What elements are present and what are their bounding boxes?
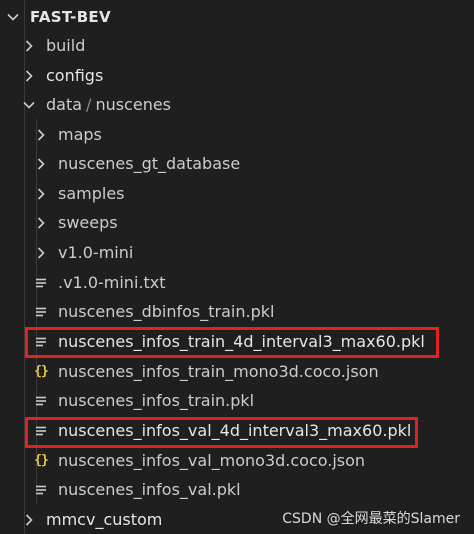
json-file-icon: {}	[34, 453, 49, 469]
tree-folder-maps[interactable]: maps	[0, 120, 474, 150]
chevron-right-icon	[22, 39, 36, 53]
tree-item-label: mmcv_custom	[46, 510, 163, 530]
tree-folder-samples[interactable]: samples	[0, 179, 474, 209]
tree-item-label: samples	[58, 184, 125, 204]
tree-item-label: nuscenes_dbinfos_train.pkl	[58, 302, 275, 322]
tree-folder-configs[interactable]: configs	[0, 61, 474, 91]
tree-folder-sweeps[interactable]: sweeps	[0, 208, 474, 238]
chevron-right-icon	[34, 128, 48, 142]
tree-item-child-label: nuscenes	[95, 95, 172, 115]
text-file-icon	[34, 335, 48, 349]
tree-item-label: nuscenes_gt_database	[58, 154, 241, 174]
text-file-icon	[34, 394, 48, 408]
json-file-icon: {}	[34, 364, 49, 380]
tree-item-label: nuscenes_infos_train_4d_interval3_max60.…	[58, 332, 425, 352]
tree-item-label: nuscenes_infos_train.pkl	[58, 391, 255, 411]
tree-item-label: configs	[46, 66, 104, 86]
tree-item-label: nuscenes_infos_train_mono3d.coco.json	[58, 362, 379, 382]
text-file-icon	[34, 305, 48, 319]
tree-folder-v1-0-mini[interactable]: v1.0-mini	[0, 238, 474, 268]
tree-file-nuscenes-infos-train-mono3d-json[interactable]: {} nuscenes_infos_train_mono3d.coco.json	[0, 357, 474, 387]
text-file-icon	[34, 276, 48, 290]
chevron-right-icon	[22, 513, 36, 527]
chevron-right-icon	[34, 187, 48, 201]
file-explorer: FAST-BEV build configs data / nuscenes m…	[0, 0, 474, 534]
tree-item-label: v1.0-mini	[58, 243, 134, 263]
tree-item-label: nuscenes_infos_val.pkl	[58, 480, 241, 500]
tree-item-label: nuscenes_infos_val_mono3d.coco.json	[58, 451, 366, 471]
tree-root-fast-bev[interactable]: FAST-BEV	[0, 2, 474, 32]
tree-file-nuscenes-dbinfos-train-pkl[interactable]: nuscenes_dbinfos_train.pkl	[0, 297, 474, 327]
chevron-down-icon	[22, 98, 36, 112]
tree-file-v1-0-mini-txt[interactable]: .v1.0-mini.txt	[0, 268, 474, 298]
tree-file-nuscenes-infos-train-pkl[interactable]: nuscenes_infos_train.pkl	[0, 386, 474, 416]
tree-item-label: sweeps	[58, 213, 118, 233]
tree-item-label: nuscenes_infos_val_4d_interval3_max60.pk…	[58, 421, 412, 441]
tree-file-nuscenes-infos-train-4d-pkl[interactable]: nuscenes_infos_train_4d_interval3_max60.…	[0, 327, 474, 357]
chevron-right-icon	[34, 216, 48, 230]
path-separator: /	[86, 95, 92, 115]
tree-root-label: FAST-BEV	[30, 7, 111, 26]
tree-folder-data-nuscenes[interactable]: data / nuscenes	[0, 90, 474, 120]
tree-item-label: build	[46, 36, 86, 56]
tree-file-nuscenes-infos-val-mono3d-json[interactable]: {} nuscenes_infos_val_mono3d.coco.json	[0, 446, 474, 476]
tree-item-label: maps	[58, 125, 102, 145]
tree-file-nuscenes-infos-val-pkl[interactable]: nuscenes_infos_val.pkl	[0, 475, 474, 505]
tree-item-label: .v1.0-mini.txt	[58, 273, 166, 293]
chevron-down-icon	[6, 10, 20, 24]
chevron-right-icon	[22, 69, 36, 83]
tree-folder-nuscenes-gt-database[interactable]: nuscenes_gt_database	[0, 149, 474, 179]
text-file-icon	[34, 424, 48, 438]
chevron-right-icon	[34, 157, 48, 171]
watermark: CSDN @全网最菜的Slamer	[282, 511, 460, 527]
tree-folder-build[interactable]: build	[0, 31, 474, 61]
tree-item-parent-label: data	[46, 95, 83, 115]
text-file-icon	[34, 483, 48, 497]
chevron-right-icon	[34, 246, 48, 260]
tree-file-nuscenes-infos-val-4d-pkl[interactable]: nuscenes_infos_val_4d_interval3_max60.pk…	[0, 416, 474, 446]
